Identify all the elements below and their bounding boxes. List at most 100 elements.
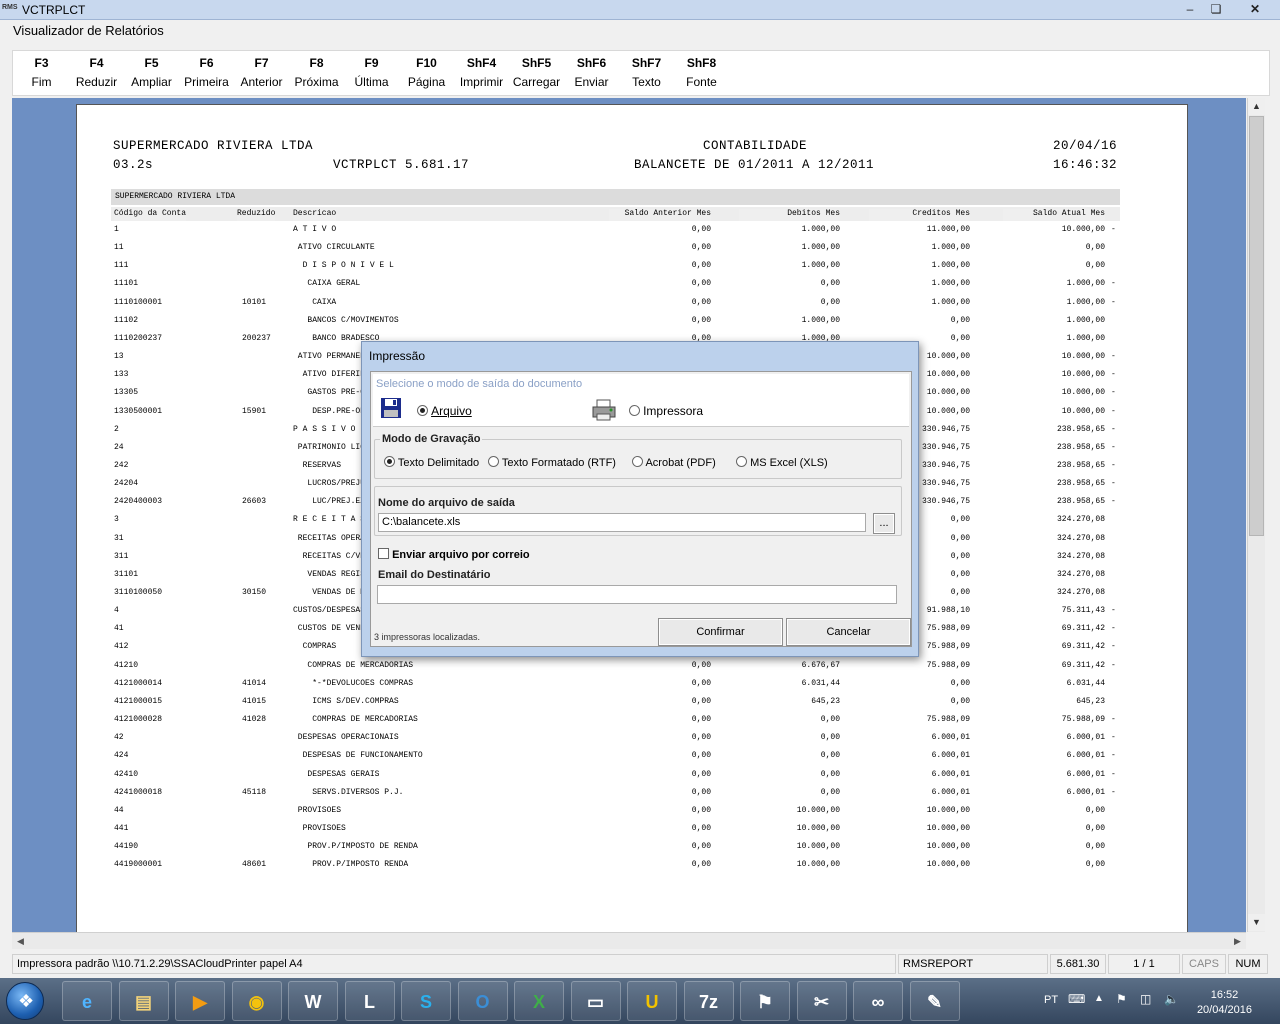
tool-reduzir[interactable]: F4 Reduzir <box>69 55 124 89</box>
tool-ampliar[interactable]: F5 Ampliar <box>124 55 179 89</box>
remote-desktop-icon[interactable]: ▭ <box>570 981 621 1021</box>
cell-balance: 324.270,08 <box>1056 551 1105 561</box>
minimize-icon[interactable]: – <box>1178 1 1202 17</box>
cell-code: 41210 <box>114 660 139 670</box>
mode-pdf[interactable]: Acrobat (PDF) <box>632 456 716 469</box>
scroll-left-icon[interactable]: ◀ <box>12 933 29 949</box>
volume-icon[interactable]: 🔈 <box>1164 992 1179 1006</box>
scroll-down-icon[interactable]: ▼ <box>1248 914 1265 931</box>
cell-balance: 0,00 <box>1085 860 1105 870</box>
tool-fonte[interactable]: ShF8 Fonte <box>674 55 729 89</box>
mode-pdf-dot[interactable] <box>632 456 643 467</box>
browse-button[interactable]: ... <box>873 513 895 534</box>
ultraedit-icon[interactable]: U <box>627 981 677 1021</box>
cell-reduced: 200237 <box>242 333 271 343</box>
snipping-icon[interactable]: ✂ <box>796 981 847 1021</box>
tool-key: F9 <box>364 56 379 70</box>
tool-enviar[interactable]: ShF6 Enviar <box>564 55 619 89</box>
network-tray-icon[interactable]: ◫ <box>1140 992 1151 1006</box>
email-input[interactable] <box>377 585 897 604</box>
cell-code: 2420400003 <box>114 497 163 507</box>
tool-ultima[interactable]: F9 Última <box>344 55 399 89</box>
toolbar: F3 Fim F4 Reduzir F5 Ampliar F6 Primeira F7 Anter… <box>12 50 1270 96</box>
cell-balance: 0,00 <box>1085 805 1105 815</box>
table-row: 1110100001 10101 CAIXA 0,00 0,00 1.000,00 1.0… <box>77 298 1189 312</box>
scroll-thumb[interactable] <box>1249 116 1264 536</box>
mode-text-delimited-dot[interactable] <box>384 456 395 467</box>
radio-impressora-dot[interactable] <box>629 405 640 416</box>
scroll-right-icon[interactable]: ▶ <box>1229 933 1246 949</box>
tool-imprimir[interactable]: ShF4 Imprimir <box>454 55 509 89</box>
tool-carregar[interactable]: ShF5 Carregar <box>509 55 564 89</box>
cell-balance: 6.000,01 <box>1066 751 1105 761</box>
status-caps: CAPS <box>1182 954 1226 974</box>
mode-xls-dot[interactable] <box>736 456 747 467</box>
confirm-button[interactable]: Confirmar <box>658 618 783 646</box>
cell-reduced: 41028 <box>242 715 267 725</box>
ie-icon[interactable]: e <box>62 981 112 1021</box>
skype-icon[interactable]: S <box>401 981 451 1021</box>
language-indicator[interactable]: PT <box>1044 994 1058 1006</box>
cell-description: PROVISOES <box>293 823 346 833</box>
cell-code: 4121000014 <box>114 678 163 688</box>
radio-arquivo-dot[interactable] <box>417 405 428 416</box>
report-dept: CONTABILIDADE <box>703 139 808 153</box>
scroll-up-icon[interactable]: ▲ <box>1248 98 1265 115</box>
clock[interactable]: 16:52 20/04/2016 <box>1197 988 1252 1018</box>
7zip-icon[interactable]: 7z <box>683 981 734 1021</box>
lync-icon[interactable]: L <box>344 981 395 1021</box>
chrome-icon[interactable]: ◉ <box>231 981 282 1021</box>
cell-sign: - <box>1111 406 1116 416</box>
cell-sign: - <box>1111 787 1116 797</box>
cell-sign: - <box>1111 225 1116 234</box>
filename-input[interactable]: C:\balancete.xls <box>378 513 866 532</box>
media-player-icon[interactable]: ▶ <box>175 981 225 1021</box>
email-checkbox[interactable]: Enviar arquivo por correio <box>378 548 530 561</box>
outlook-icon[interactable]: O <box>457 981 508 1021</box>
show-hidden-icons-icon[interactable]: ▲ <box>1094 993 1104 1004</box>
app-icon[interactable]: ⚑ <box>740 981 790 1021</box>
cancel-button[interactable]: Cancelar <box>786 618 911 646</box>
cell-sign: - <box>1111 370 1116 380</box>
mode-rtf[interactable]: Texto Formatado (RTF) <box>488 456 616 469</box>
cell-reduced: 10101 <box>242 297 267 307</box>
close-icon[interactable]: ✕ <box>1238 1 1272 17</box>
clock-time: 16:52 <box>1210 989 1239 1001</box>
tool-pagina[interactable]: F10 Página <box>399 55 454 89</box>
excel-icon[interactable]: X <box>514 981 564 1021</box>
tool-key: F8 <box>309 56 324 70</box>
tool-fim[interactable]: F3 Fim <box>14 55 69 89</box>
word-icon[interactable]: W <box>288 981 338 1021</box>
vertical-scrollbar[interactable]: ▲ ▼ <box>1247 98 1265 932</box>
cell-credits: 6.000,01 <box>931 751 970 761</box>
tool-label: Anterior <box>240 75 283 89</box>
mode-xls[interactable]: MS Excel (XLS) <box>736 456 828 469</box>
explorer-icon[interactable]: ▤ <box>118 981 169 1021</box>
status-printer: Impressora padrão \\10.71.2.29\SSACloudP… <box>12 954 896 974</box>
radio-impressora[interactable]: Impressora <box>629 404 703 418</box>
restore-icon[interactable]: ❏ <box>1204 1 1228 17</box>
radio-arquivo[interactable]: Arquivo <box>417 404 472 418</box>
cell-description: PROV.P/IMPOSTO RENDA <box>293 860 409 870</box>
print-dialog: Impressão Selecione o modo de saída do d… <box>361 341 919 657</box>
tool-primeira[interactable]: F6 Primeira <box>179 55 234 89</box>
mode-group-label: Modo de Gravação <box>380 433 483 445</box>
printers-found-text: 3 impressoras localizadas. <box>374 632 481 642</box>
app-name: Visualizador de Relatórios <box>13 23 164 38</box>
flag-icon[interactable]: ⚑ <box>1116 992 1127 1006</box>
cell-balance: 1.000,00 <box>1066 333 1105 343</box>
mode-rtf-dot[interactable] <box>488 456 499 467</box>
horizontal-scrollbar[interactable]: ◀ ▶ <box>12 932 1246 949</box>
keyboard-icon[interactable]: ⌨ <box>1068 992 1085 1006</box>
mode-text-delimited[interactable]: Texto Delimitado <box>384 456 479 469</box>
paint-icon[interactable]: ✎ <box>909 981 960 1021</box>
cell-description: PROVISOES <box>293 805 342 815</box>
tool-proxima[interactable]: F8 Próxima <box>289 55 344 89</box>
status-page: 1 / 1 <box>1108 954 1180 974</box>
tool-anterior[interactable]: F7 Anterior <box>234 55 289 89</box>
email-checkbox-box[interactable] <box>378 548 389 559</box>
tool-texto[interactable]: ShF7 Texto <box>619 55 674 89</box>
start-button[interactable]: ❖ <box>6 982 44 1020</box>
cell-reduced: 41015 <box>242 696 267 706</box>
network-icon[interactable]: ∞ <box>853 981 903 1021</box>
